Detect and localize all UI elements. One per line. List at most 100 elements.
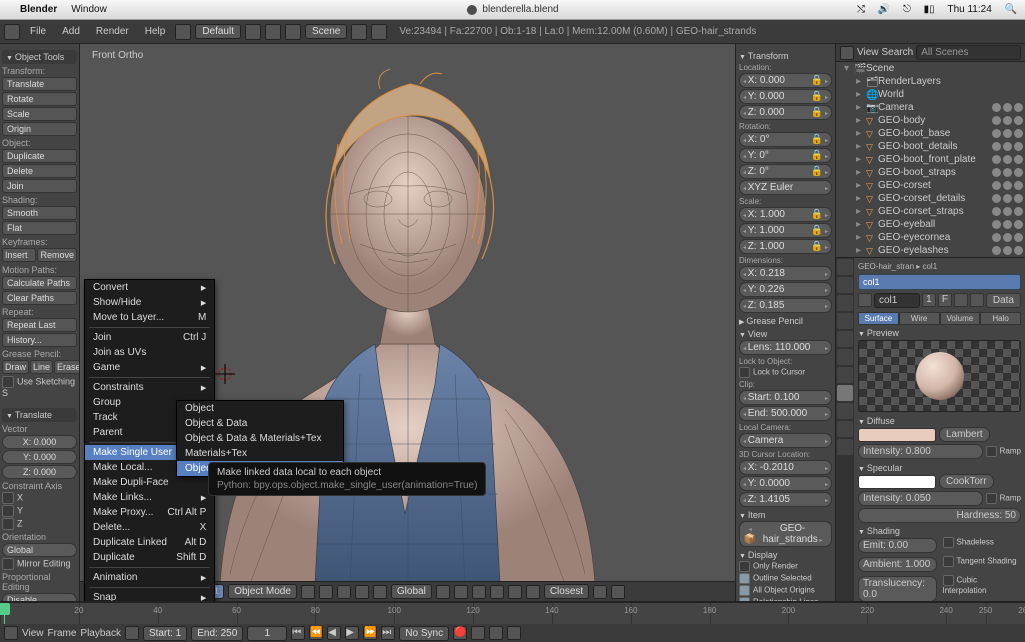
outliner-row[interactable]: ▸▽GEO-corset_straps <box>836 205 1025 218</box>
translucency-slider[interactable]: Translucency: 0.0 <box>858 576 937 601</box>
menu-item[interactable]: Move to Layer...M <box>85 310 214 325</box>
diffuse-model[interactable]: Lambert <box>939 427 990 442</box>
outliner-menu-search[interactable]: Search <box>882 47 914 58</box>
snap-icon[interactable] <box>436 585 450 599</box>
link-select[interactable]: Data <box>986 293 1021 308</box>
rot-mode[interactable]: XYZ Euler <box>739 180 832 195</box>
panel-item[interactable]: Item <box>739 510 832 520</box>
menu-item[interactable]: Join as UVs <box>85 345 214 360</box>
panel-view[interactable]: View <box>739 329 832 339</box>
menu-item[interactable]: Duplicate LinkedAlt D <box>85 535 214 550</box>
outline-sel-check[interactable]: Outline Selected <box>739 573 832 584</box>
menu-item[interactable]: Make Proxy...Ctrl Alt P <box>85 505 214 520</box>
gp-draw-button[interactable]: Draw <box>2 360 29 374</box>
outliner-mode-select[interactable]: All Scenes <box>916 45 1021 60</box>
rot-z[interactable]: Z: 0°🔒 <box>739 164 832 179</box>
scale-x[interactable]: X: 1.000🔒 <box>739 207 832 222</box>
panel-gpencil[interactable]: Grease Pencil <box>739 316 832 326</box>
autokey-icon[interactable]: 🔴 <box>453 626 467 640</box>
play-rev-icon[interactable]: ◀ <box>327 626 341 640</box>
loc-y[interactable]: Y: 0.000🔒 <box>739 89 832 104</box>
calc-paths-button[interactable]: Calculate Paths <box>2 276 77 290</box>
smooth-button[interactable]: Smooth <box>2 206 77 220</box>
dim-y[interactable]: Y: 0.226 <box>739 282 832 297</box>
clip-start[interactable]: Start: 0.100 <box>739 390 832 405</box>
mode-select[interactable]: Object Mode <box>228 584 297 599</box>
panel-translate-op[interactable]: Translate <box>2 408 77 422</box>
tab-surface[interactable]: Surface <box>858 312 899 325</box>
material-name-field[interactable]: col1 <box>874 293 920 308</box>
tab-data[interactable] <box>837 367 853 383</box>
timeline-track[interactable]: 020406080100120140160180200220240250260 <box>0 602 1025 624</box>
render-icon[interactable] <box>611 585 625 599</box>
material-slot[interactable]: col1 <box>858 274 1021 290</box>
outliner-row[interactable]: ▸▽GEO-boot_details <box>836 140 1025 153</box>
editor-type-icon[interactable] <box>4 626 18 640</box>
menu-item[interactable]: Object & Data & Materials+Tex <box>177 431 343 446</box>
rewind-icon[interactable]: ⏮ <box>291 626 305 640</box>
mat-users-button[interactable]: 1 <box>922 293 936 307</box>
loc-z[interactable]: Z: 0.000🔒 <box>739 105 832 120</box>
specular-model[interactable]: CookTorr <box>939 474 994 489</box>
outliner-row[interactable]: ▸▽GEO-eyelashes <box>836 244 1025 257</box>
panel-diffuse[interactable]: Diffuse <box>858 416 1021 426</box>
snap-icon[interactable] <box>472 585 486 599</box>
outliner-row[interactable]: ▸▽GEO-eyecornea <box>836 231 1025 244</box>
dim-x[interactable]: X: 0.218 <box>739 266 832 281</box>
menu-item[interactable]: JoinCtrl J <box>85 330 214 345</box>
tab-constraints[interactable] <box>837 331 853 347</box>
menu-item[interactable]: Animation <box>85 570 214 585</box>
tab-particles[interactable] <box>837 421 853 437</box>
scale-y[interactable]: Y: 1.000🔒 <box>739 223 832 238</box>
outliner-row[interactable]: ▸▽GEO-boot_front_plate <box>836 153 1025 166</box>
tab-object[interactable] <box>837 313 853 329</box>
keying-icon[interactable] <box>507 626 521 640</box>
scale-z[interactable]: Z: 1.000🔒 <box>739 239 832 254</box>
tl-menu-frame[interactable]: Frame <box>48 628 77 639</box>
caxis-y[interactable]: Y <box>2 505 77 517</box>
panel-display[interactable]: Display <box>739 550 832 560</box>
outliner-row[interactable]: ▸🗂RenderLayers <box>836 75 1025 88</box>
menu-item[interactable]: Make Links... <box>85 490 214 505</box>
shading-icon[interactable] <box>301 585 315 599</box>
breadcrumb[interactable]: GEO-hair_stran ▸ col1 <box>858 262 1021 271</box>
diffuse-color[interactable] <box>858 428 936 442</box>
only-render-check[interactable]: Only Render <box>739 561 832 572</box>
panel-preview[interactable]: Preview <box>858 328 1021 338</box>
pivot-icon[interactable] <box>319 585 333 599</box>
editor-type-icon[interactable] <box>840 46 854 60</box>
render-icon[interactable] <box>593 585 607 599</box>
sync-mode-select[interactable]: No Sync <box>399 626 449 641</box>
cubic-check[interactable]: Cubic Interpolation <box>943 575 1022 601</box>
menu-item[interactable]: Materials+Tex <box>177 446 343 461</box>
history-button[interactable]: History... <box>2 333 77 347</box>
mac-menu-window[interactable]: Window <box>71 4 107 15</box>
editor-type-icon[interactable] <box>4 24 20 40</box>
keying-icon[interactable] <box>489 626 503 640</box>
specular-intensity[interactable]: Intensity: 0.050 <box>858 491 983 506</box>
snap-icon[interactable] <box>508 585 522 599</box>
gp-line-button[interactable]: Line <box>30 360 53 374</box>
outliner-row[interactable]: ▸▽GEO-eyeball <box>836 218 1025 231</box>
lens-field[interactable]: Lens: 110.000 <box>739 340 832 355</box>
scene-del-icon[interactable] <box>371 24 387 40</box>
keying-icon[interactable] <box>471 626 485 640</box>
outliner-row[interactable]: ▸▽GEO-boot_base <box>836 127 1025 140</box>
outliner-row[interactable]: ▸▽GEO-corset_details <box>836 192 1025 205</box>
app-name[interactable]: Blender <box>20 4 57 15</box>
local-camera[interactable]: Camera <box>739 433 832 448</box>
mat-add-icon[interactable] <box>954 293 968 307</box>
shadeless-check[interactable]: Shadeless <box>943 537 1022 554</box>
vec-y[interactable]: Y: 0.000 <box>2 450 77 464</box>
relat-lines-check[interactable]: Relationship Lines <box>739 597 832 601</box>
mat-fake-button[interactable]: F <box>938 293 952 307</box>
menu-item[interactable]: Snap <box>85 590 214 601</box>
outliner-row[interactable]: ▸🌐World <box>836 88 1025 101</box>
hardness-slider[interactable]: Hardness: 50 <box>858 508 1021 523</box>
spotlight-icon[interactable]: 🔍 <box>1005 4 1017 15</box>
rotate-button[interactable]: Rotate <box>2 92 77 106</box>
panel-transform[interactable]: Transform <box>739 51 832 61</box>
tanshade-check[interactable]: Tangent Shading <box>943 556 1022 573</box>
mat-browse-icon[interactable] <box>858 293 872 307</box>
orientation-select[interactable]: Global <box>391 584 432 599</box>
